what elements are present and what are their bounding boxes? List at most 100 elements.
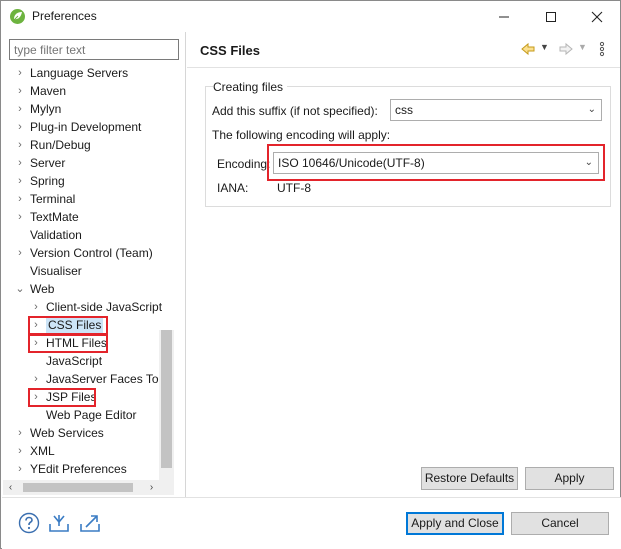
chevron-right-icon[interactable]: › (14, 244, 26, 262)
chevron-right-icon[interactable]: › (14, 208, 26, 226)
back-arrow-icon[interactable] (520, 41, 536, 57)
encoding-label: Encoding: (217, 157, 271, 171)
page-header: CSS Files ▼ ▼ (187, 32, 620, 68)
apply-button[interactable]: Apply (525, 467, 614, 490)
horizontal-scroll-thumb[interactable] (23, 483, 133, 492)
tree-item[interactable]: › Version Control (Team) (14, 244, 174, 262)
apply-and-close-button[interactable]: Apply and Close (406, 512, 504, 535)
iana-label: IANA: (217, 181, 249, 195)
tree-item-label: JavaScript (46, 354, 103, 368)
tree-item[interactable]: › JavaServer Faces Tools (30, 370, 174, 388)
view-menu-icon[interactable] (598, 41, 606, 57)
tree-item-label: YEdit Preferences (30, 462, 127, 476)
spring-leaf-icon (10, 9, 25, 24)
tree-vertical-scrollbar[interactable] (159, 330, 174, 480)
tree-item-label: Web (30, 282, 55, 296)
page-title: CSS Files (200, 43, 260, 58)
tree-item[interactable]: ⌄ Web (14, 280, 174, 298)
tree-item-label: Language Servers (30, 66, 129, 80)
chevron-right-icon[interactable]: › (14, 172, 26, 190)
tree-item-label: Web Page Editor (46, 408, 137, 422)
filter-input[interactable] (9, 39, 179, 60)
dialog-button-bar: Apply and Close Cancel (2, 497, 621, 549)
close-icon (591, 11, 603, 22)
tree-item[interactable]: › Client-side JavaScript (30, 298, 174, 316)
tree-item[interactable]: › Language Servers (14, 64, 174, 82)
tree-item[interactable]: › Terminal (14, 190, 174, 208)
tree-item[interactable]: › XML (14, 442, 174, 460)
tree-item[interactable]: › Plug-in Development (14, 118, 174, 136)
chevron-down-icon: ⌄ (587, 104, 596, 115)
chevron-right-icon[interactable]: › (14, 118, 26, 136)
chevron-down-icon[interactable]: ⌄ (14, 280, 26, 298)
css-files-page: CSS Files ▼ ▼ Creating files Add this su… (187, 32, 620, 497)
title-bar: Preferences (1, 1, 620, 32)
iana-value: UTF-8 (277, 181, 311, 195)
encoding-highlight (267, 144, 605, 181)
help-icon[interactable] (18, 512, 40, 534)
preferences-tree-pane: › Language Servers › Maven › Mylyn › Plug-in De… (2, 32, 186, 497)
preferences-window: Preferences › Language Servers › Maven › Myly… (0, 0, 621, 549)
maximize-button[interactable] (528, 1, 574, 32)
tree-item-label: XML (30, 444, 55, 458)
tree-item[interactable]: › YEdit Preferences (14, 460, 174, 478)
encoding-note: The following encoding will apply: (212, 128, 391, 142)
css-files-highlight (28, 316, 108, 335)
tree-item-label: Terminal (30, 192, 76, 206)
tree-item-label: Spring (30, 174, 65, 188)
minimize-button[interactable] (481, 1, 527, 32)
cancel-button[interactable]: Cancel (511, 512, 609, 535)
tree-item-label: Version Control (Team) (30, 246, 153, 260)
tree-item-label: Server (30, 156, 66, 170)
jsp-files-highlight (28, 388, 96, 407)
chevron-right-icon[interactable]: › (14, 424, 26, 442)
chevron-right-icon[interactable]: › (14, 190, 26, 208)
minimize-icon (499, 16, 509, 17)
tree-item[interactable]: Visualiser (14, 262, 174, 280)
suffix-combo[interactable]: css ⌄ (390, 99, 602, 121)
close-button[interactable] (574, 1, 620, 32)
export-icon[interactable] (79, 512, 101, 534)
tree-item[interactable]: › TextMate (14, 208, 174, 226)
restore-defaults-button[interactable]: Restore Defaults (421, 467, 518, 490)
chevron-right-icon[interactable]: › (14, 64, 26, 82)
tree-item-label: Run/Debug (30, 138, 91, 152)
tree-item-label: Mylyn (30, 102, 62, 116)
tree-item[interactable]: › Server (14, 154, 174, 172)
chevron-right-icon[interactable]: › (14, 442, 26, 460)
forward-arrow-icon[interactable] (558, 41, 574, 57)
tree-item[interactable]: › Maven (14, 82, 174, 100)
chevron-right-icon[interactable]: › (30, 370, 42, 388)
vertical-scroll-thumb[interactable] (161, 330, 172, 468)
chevron-right-icon[interactable]: › (30, 298, 42, 316)
preferences-tree: › Language Servers › Maven › Mylyn › Plug-in De… (2, 64, 174, 480)
tree-item[interactable]: › Spring (14, 172, 174, 190)
scroll-right-icon[interactable]: › (144, 480, 159, 495)
suffix-value: css (395, 103, 413, 117)
scroll-left-icon[interactable]: ‹ (3, 480, 18, 495)
back-dropdown-icon[interactable]: ▼ (540, 42, 549, 52)
tree-item-label: JavaServer Faces Tools (46, 372, 174, 386)
chevron-right-icon[interactable]: › (14, 82, 26, 100)
chevron-right-icon[interactable]: › (14, 136, 26, 154)
chevron-right-icon[interactable]: › (14, 460, 26, 478)
window-title: Preferences (32, 9, 97, 23)
tree-item[interactable]: › Mylyn (14, 100, 174, 118)
chevron-right-icon[interactable]: › (14, 100, 26, 118)
tree-item[interactable]: › Web Services (14, 424, 174, 442)
tree-item[interactable]: Web Page Editor (30, 406, 174, 424)
tree-item[interactable]: › Run/Debug (14, 136, 174, 154)
chevron-right-icon[interactable]: › (14, 154, 26, 172)
tree-horizontal-scrollbar[interactable]: ‹ › (3, 480, 174, 495)
forward-dropdown-icon[interactable]: ▼ (578, 42, 587, 52)
tree-item-label: Visualiser (30, 264, 82, 278)
group-title: Creating files (213, 80, 288, 94)
maximize-icon (546, 11, 556, 22)
tree-item-label: Plug-in Development (30, 120, 142, 134)
tree-item-label: Validation (30, 228, 82, 242)
tree-item[interactable]: Validation (14, 226, 174, 244)
tree-item[interactable]: JavaScript (30, 352, 174, 370)
suffix-label: Add this suffix (if not specified): (212, 104, 378, 118)
tree-item-label: Maven (30, 84, 67, 98)
import-icon[interactable] (48, 512, 70, 534)
